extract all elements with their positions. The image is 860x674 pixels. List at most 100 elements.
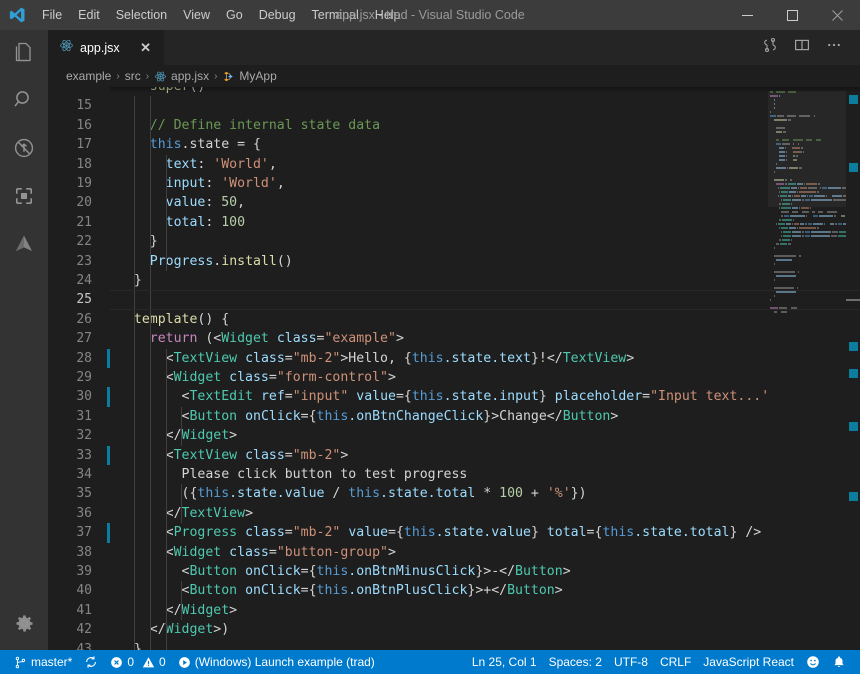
- code-token: }>-</: [475, 564, 516, 579]
- status-problems[interactable]: 0 0: [104, 650, 171, 674]
- breadcrumb-label: src: [124, 69, 141, 83]
- code-token: ={: [300, 564, 317, 579]
- activity-item-manage-settings[interactable]: [0, 602, 48, 650]
- status-notifications[interactable]: [826, 650, 852, 674]
- line-number: 36: [76, 505, 92, 521]
- close-button[interactable]: [815, 0, 860, 30]
- code-token: onClick: [245, 583, 301, 599]
- code-token: >: [387, 544, 396, 560]
- line-number: 24: [76, 273, 92, 288]
- line-number: 31: [76, 408, 92, 424]
- code-token: total: [165, 214, 206, 230]
- code-token: class: [245, 350, 285, 366]
- status-language-mode[interactable]: JavaScript React: [697, 650, 800, 674]
- activity-item-extensions[interactable]: [0, 222, 48, 270]
- line-number: 17: [76, 137, 92, 153]
- code-token: =: [284, 525, 293, 541]
- code-line: value: 50,: [118, 193, 245, 212]
- code-line: return (<Widget class="example">: [118, 329, 404, 348]
- code-token: '%': [546, 486, 571, 502]
- menu-go[interactable]: Go: [218, 0, 251, 30]
- status-eol[interactable]: CRLF: [654, 650, 697, 674]
- status-launch-config[interactable]: (Windows) Launch example (trad): [172, 650, 381, 674]
- overview-ruler-mark: [849, 163, 858, 172]
- breadcrumb-item-myapp[interactable]: MyApp: [222, 69, 277, 83]
- breadcrumb-item-src[interactable]: src: [125, 69, 141, 83]
- activity-item-search[interactable]: [0, 78, 48, 126]
- code-token: Please click button to test progress: [118, 467, 468, 482]
- code-line: </TextView>: [118, 504, 253, 523]
- code-content[interactable]: super() // Define internal state data th…: [110, 87, 768, 650]
- code-token: }: [118, 234, 158, 250]
- activity-item-source-control[interactable]: [0, 126, 48, 174]
- code-token: Widget: [165, 622, 214, 638]
- menu-file[interactable]: File: [34, 0, 70, 30]
- code-token: ,: [237, 195, 246, 211]
- code-token: template: [133, 311, 198, 327]
- status-error-count: 0: [127, 655, 135, 669]
- status-launch-label: (Windows) Launch example (trad): [194, 655, 375, 669]
- workbench-body: app.jsx ✕ example › src › app.jsx › MyAp…: [0, 30, 860, 650]
- more-actions-button[interactable]: [818, 30, 850, 65]
- status-sync[interactable]: [78, 650, 104, 674]
- code-token: .state.value: [229, 486, 325, 502]
- code-token: class: [245, 525, 285, 541]
- code-token: () {: [197, 311, 230, 327]
- code-token: <: [118, 583, 190, 599]
- status-warning-count: 0: [159, 655, 166, 669]
- code-line: <Button onClick={this.onBtnPlusClick}>+<…: [118, 581, 563, 600]
- code-token: ({: [118, 486, 198, 502]
- code-token: 'World': [221, 176, 277, 191]
- maximize-button[interactable]: [770, 0, 815, 30]
- activity-item-explorer[interactable]: [0, 30, 48, 78]
- code-editor[interactable]: 15 16 17 18 19 20 21 22 23 24 25 26 27 28 29 30 31 32 33 34…: [48, 87, 860, 650]
- menu-terminal[interactable]: Terminal: [304, 0, 367, 30]
- menu-edit[interactable]: Edit: [70, 0, 108, 30]
- minimap[interactable]: [768, 87, 860, 650]
- code-token: Widget: [173, 544, 222, 560]
- code-token: *: [475, 486, 500, 502]
- status-encoding[interactable]: UTF-8: [608, 650, 654, 674]
- menu-selection[interactable]: Selection: [108, 0, 175, 30]
- code-token: this: [316, 583, 349, 599]
- code-token: }: [118, 273, 142, 288]
- status-feedback[interactable]: [800, 650, 826, 674]
- minimize-button[interactable]: [725, 0, 770, 30]
- breadcrumb-item-example[interactable]: example: [66, 69, 111, 83]
- tab-close-button[interactable]: ✕: [138, 40, 154, 56]
- tab-app-jsx[interactable]: app.jsx ✕: [48, 30, 165, 65]
- menu-help[interactable]: Help: [367, 0, 409, 30]
- activity-item-debug[interactable]: [0, 174, 48, 222]
- minimap-slider[interactable]: [768, 91, 846, 207]
- code-token: =: [284, 350, 293, 366]
- menu-view[interactable]: View: [175, 0, 218, 30]
- line-number: 25: [76, 292, 92, 308]
- code-token: }!</: [530, 350, 563, 366]
- code-token: >): [213, 622, 230, 638]
- overview-ruler[interactable]: [846, 87, 860, 650]
- status-cursor-position[interactable]: Ln 25, Col 1: [466, 650, 543, 674]
- split-editor-button[interactable]: [754, 30, 786, 65]
- code-token: >: [229, 428, 238, 444]
- code-token: TextView: [173, 447, 238, 463]
- code-token: this: [411, 350, 444, 366]
- breadcrumb-item-app-jsx[interactable]: app.jsx: [154, 69, 209, 83]
- code-token: 50: [221, 195, 238, 211]
- run-icon: [178, 656, 191, 669]
- code-token: super: [150, 87, 190, 94]
- line-number: 28: [76, 350, 92, 366]
- line-number: 42: [76, 622, 92, 638]
- status-indentation[interactable]: Spaces: 2: [543, 650, 608, 674]
- code-token: ={: [300, 408, 317, 424]
- toggle-layout-button[interactable]: [786, 30, 818, 65]
- menu-debug[interactable]: Debug: [251, 0, 304, 30]
- indent-guide: [181, 484, 183, 524]
- code-token: .state.input: [443, 389, 539, 405]
- status-branch[interactable]: master*: [8, 650, 78, 674]
